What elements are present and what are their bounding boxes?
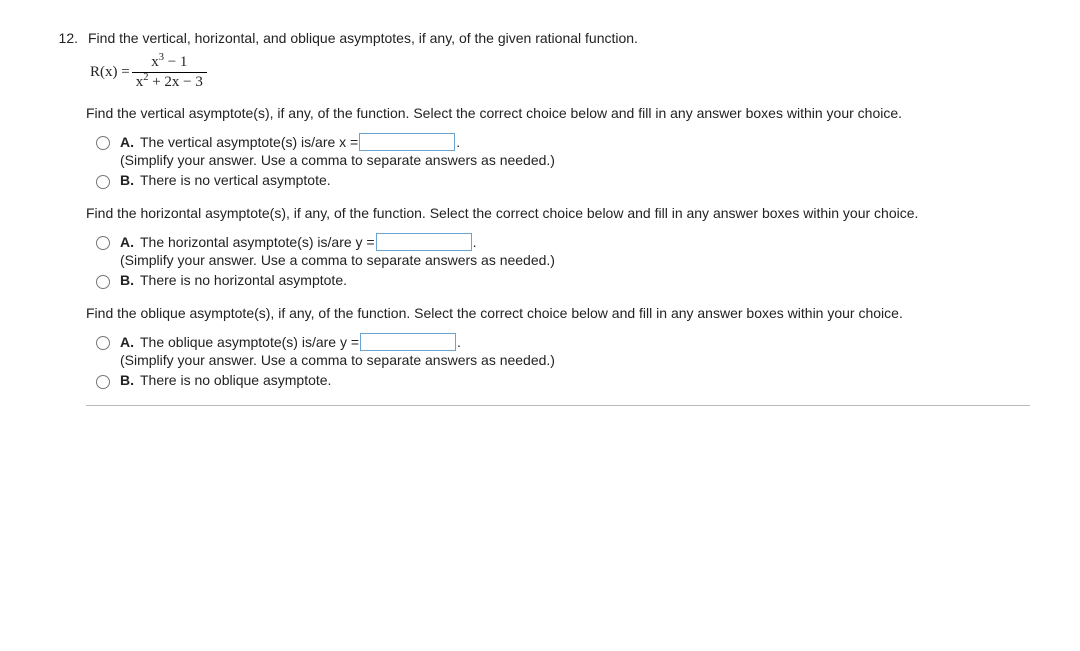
choice-oblique-a[interactable]: A. The oblique asymptote(s) is/are y = .…: [86, 333, 1030, 368]
section-vertical: Find the vertical asymptote(s), if any, …: [50, 105, 1030, 189]
formula-lhs: R(x) =: [90, 64, 130, 81]
choice-label: B.: [120, 172, 134, 188]
prompt-vertical: Find the vertical asymptote(s), if any, …: [86, 105, 1030, 121]
radio-horizontal-b[interactable]: [96, 275, 110, 289]
question-number: 12.: [50, 30, 78, 46]
choice-label: B.: [120, 272, 134, 288]
choice-post-text: .: [457, 334, 461, 350]
choice-label: B.: [120, 372, 134, 388]
choice-body: A. The oblique asymptote(s) is/are y = .…: [120, 333, 555, 368]
choice-oblique-b[interactable]: B. There is no oblique asymptote.: [86, 372, 1030, 389]
radio-vertical-a[interactable]: [96, 136, 110, 150]
divider: [86, 405, 1030, 406]
choice-body: B. There is no oblique asymptote.: [120, 372, 331, 388]
choice-text: There is no oblique asymptote.: [140, 372, 331, 388]
choice-body: B. There is no vertical asymptote.: [120, 172, 331, 188]
formula: R(x) = x3 − 1 x2 + 2x − 3: [90, 54, 1030, 91]
choice-post-text: .: [473, 234, 477, 250]
radio-vertical-b[interactable]: [96, 175, 110, 189]
choice-vertical-a[interactable]: A. The vertical asymptote(s) is/are x = …: [86, 133, 1030, 168]
radio-oblique-b[interactable]: [96, 375, 110, 389]
den-rest: + 2x − 3: [148, 74, 202, 90]
section-horizontal: Find the horizontal asymptote(s), if any…: [50, 205, 1030, 289]
choice-main: A. The horizontal asymptote(s) is/are y …: [120, 233, 555, 251]
choice-body: A. The horizontal asymptote(s) is/are y …: [120, 233, 555, 268]
prompt-oblique: Find the oblique asymptote(s), if any, o…: [86, 305, 1030, 321]
prompt-horizontal: Find the horizontal asymptote(s), if any…: [86, 205, 1030, 221]
radio-oblique-a[interactable]: [96, 336, 110, 350]
choice-text: There is no vertical asymptote.: [140, 172, 331, 188]
denominator: x2 + 2x − 3: [132, 72, 207, 91]
choice-horizontal-b[interactable]: B. There is no horizontal asymptote.: [86, 272, 1030, 289]
radio-horizontal-a[interactable]: [96, 236, 110, 250]
hint-vertical-a: (Simplify your answer. Use a comma to se…: [120, 152, 555, 168]
choice-main: A. The vertical asymptote(s) is/are x = …: [120, 133, 555, 151]
choice-main: A. The oblique asymptote(s) is/are y = .: [120, 333, 555, 351]
choice-label: A.: [120, 334, 134, 350]
choice-label: A.: [120, 134, 134, 150]
question-text: Find the vertical, horizontal, and obliq…: [88, 30, 1030, 46]
choice-body: A. The vertical asymptote(s) is/are x = …: [120, 133, 555, 168]
choice-pre-text: The horizontal asymptote(s) is/are y =: [140, 234, 375, 250]
choice-main: B. There is no oblique asymptote.: [120, 372, 331, 388]
choice-pre-text: The vertical asymptote(s) is/are x =: [140, 134, 358, 150]
num-base: x: [151, 54, 159, 70]
question-header: 12. Find the vertical, horizontal, and o…: [50, 30, 1030, 46]
choice-pre-text: The oblique asymptote(s) is/are y =: [140, 334, 359, 350]
choice-vertical-b[interactable]: B. There is no vertical asymptote.: [86, 172, 1030, 189]
fraction: x3 − 1 x2 + 2x − 3: [132, 54, 207, 91]
question-page: 12. Find the vertical, horizontal, and o…: [0, 0, 1080, 651]
hint-horizontal-a: (Simplify your answer. Use a comma to se…: [120, 252, 555, 268]
section-oblique: Find the oblique asymptote(s), if any, o…: [50, 305, 1030, 389]
answer-input-vertical[interactable]: [359, 133, 455, 151]
choice-body: B. There is no horizontal asymptote.: [120, 272, 347, 288]
choice-horizontal-a[interactable]: A. The horizontal asymptote(s) is/are y …: [86, 233, 1030, 268]
choice-text: There is no horizontal asymptote.: [140, 272, 347, 288]
answer-input-oblique[interactable]: [360, 333, 456, 351]
choice-post-text: .: [456, 134, 460, 150]
choice-main: B. There is no horizontal asymptote.: [120, 272, 347, 288]
choice-label: A.: [120, 234, 134, 250]
hint-oblique-a: (Simplify your answer. Use a comma to se…: [120, 352, 555, 368]
num-rest: − 1: [164, 54, 187, 70]
answer-input-horizontal[interactable]: [376, 233, 472, 251]
choice-main: B. There is no vertical asymptote.: [120, 172, 331, 188]
numerator: x3 − 1: [147, 54, 191, 72]
